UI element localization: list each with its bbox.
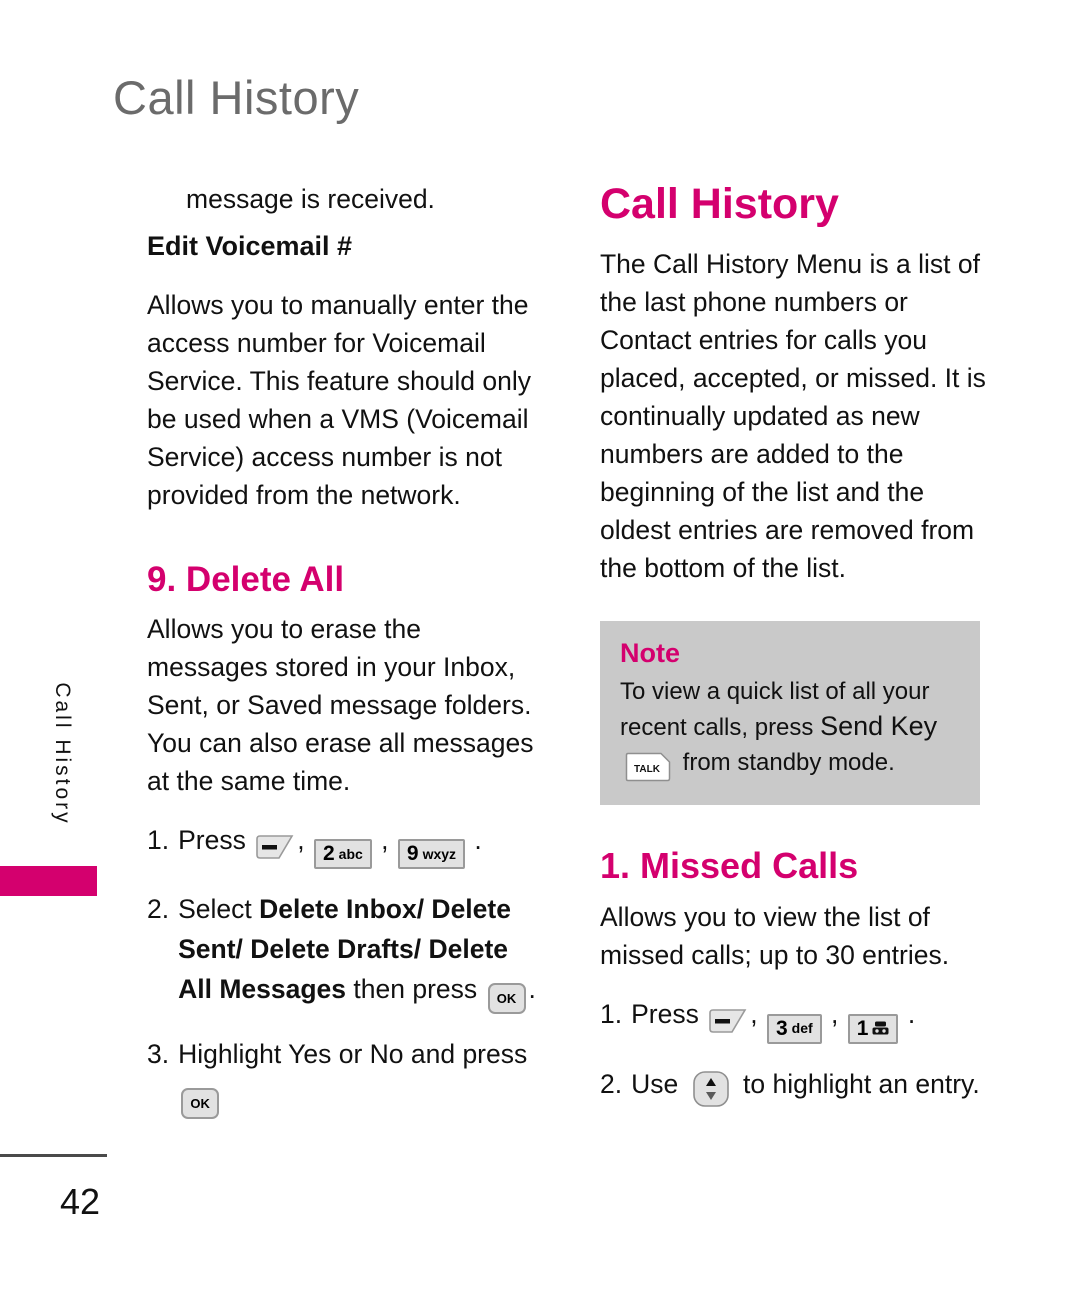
footer-divider [0, 1154, 107, 1157]
step-number: 1. [600, 999, 623, 1030]
step-text: Use to highlight an entry. [631, 1064, 1000, 1109]
delete-all-step-2: 2. Select Delete Inbox/ Delete Sent/ Del… [147, 889, 547, 1015]
note-title: Note [620, 638, 680, 669]
missed-calls-step-2: 2. Use to highlight an entry. [600, 1064, 1000, 1109]
note-line-1: To view a quick list of all your [620, 677, 930, 705]
missed-calls-body: Allows you to view the list of missed ca… [600, 902, 950, 971]
step-trailing-text: . [528, 974, 536, 1005]
note-send-key-emphasis: Send Key [820, 710, 938, 741]
key-letters: abc [338, 845, 363, 862]
step-number: 3. [147, 1039, 170, 1070]
right-column: Call History The Call History Menu is a … [600, 180, 1000, 1109]
key-9-wxyz-icon[interactable]: 9 wxyz [397, 839, 466, 870]
key-2-abc-icon[interactable]: 2 abc [313, 839, 372, 870]
edit-voicemail-heading: Edit Voicemail # [147, 231, 353, 261]
step-text: Press , 2 abc , 9 wxyz . [178, 820, 547, 870]
delete-all-step-1: 1. Press , 2 abc , 9 wxyz . [147, 820, 547, 870]
page-running-header: Call History [113, 71, 360, 124]
key-digit: 1 [856, 1016, 869, 1040]
key-1-voicemail-icon[interactable]: 1 [847, 1013, 899, 1044]
delete-all-step-3: 3. Highlight Yes or No and press OK [147, 1034, 547, 1120]
step-lead-text: Press [178, 824, 246, 855]
step-text: Highlight Yes or No and press OK [178, 1034, 547, 1120]
step-trailing-text: to highlight an entry. [743, 1068, 980, 1099]
call-history-body: The Call History Menu is a list of the l… [600, 249, 986, 584]
note-box: Note To view a quick list of all your re… [600, 621, 980, 805]
step-number: 2. [600, 1068, 623, 1099]
note-line-3: from standby mode. [682, 748, 895, 776]
left-column: message is received. Edit Voicemail # Al… [147, 180, 547, 1120]
delete-all-heading: 9. Delete All [147, 559, 345, 599]
note-body: To view a quick list of all your recent … [620, 674, 960, 785]
step-number: 1. [147, 824, 170, 855]
step-lead-text: Select [178, 894, 252, 925]
edit-voicemail-body: Allows you to manually enter the access … [147, 289, 531, 510]
delete-all-body: Allows you to erase the messages stored … [147, 613, 534, 796]
step-trailing-text: . [907, 999, 916, 1030]
step-lead-text: Press [631, 999, 699, 1030]
step-text: Select Delete Inbox/ Delete Sent/ Delete… [178, 889, 547, 1015]
nav-up-down-key-icon[interactable] [688, 1069, 734, 1109]
key-digit: 9 [406, 842, 419, 866]
step-lead-text: Use [631, 1068, 679, 1099]
continued-paragraph: message is received. [186, 184, 435, 214]
missed-calls-heading: 1. Missed Calls [600, 844, 859, 886]
step-mid-text: then press [353, 974, 478, 1005]
side-tab-label: Call History [51, 682, 74, 826]
step-lead-text: Highlight Yes or No and press [178, 1039, 528, 1070]
side-tab-marker [0, 866, 97, 896]
call-history-heading: Call History [600, 180, 839, 228]
key-digit: 3 [775, 1016, 788, 1040]
key-letters: wxyz [422, 845, 457, 862]
ok-key-icon[interactable]: OK [181, 1088, 220, 1120]
voicemail-glyph-icon [872, 1021, 889, 1036]
key-digit: 2 [322, 842, 335, 866]
key-letters: def [791, 1020, 813, 1037]
step-text: Press , 3 def , 1 . [631, 994, 1000, 1044]
step-trailing-text: . [474, 824, 482, 855]
note-line-2-pre: recent calls, press [620, 713, 814, 741]
menu-soft-key-icon[interactable] [708, 999, 748, 1039]
page-number: 42 [60, 1181, 101, 1222]
key-3-def-icon[interactable]: 3 def [766, 1013, 822, 1044]
svg-text:TALK: TALK [634, 764, 661, 775]
ok-key-icon[interactable]: OK [487, 983, 526, 1015]
talk-key-icon[interactable]: TALK [622, 750, 674, 785]
step-number: 2. [147, 894, 170, 925]
menu-soft-key-icon[interactable] [255, 825, 295, 865]
missed-calls-step-1: 1. Press , 3 def , 1 . [600, 994, 1000, 1044]
